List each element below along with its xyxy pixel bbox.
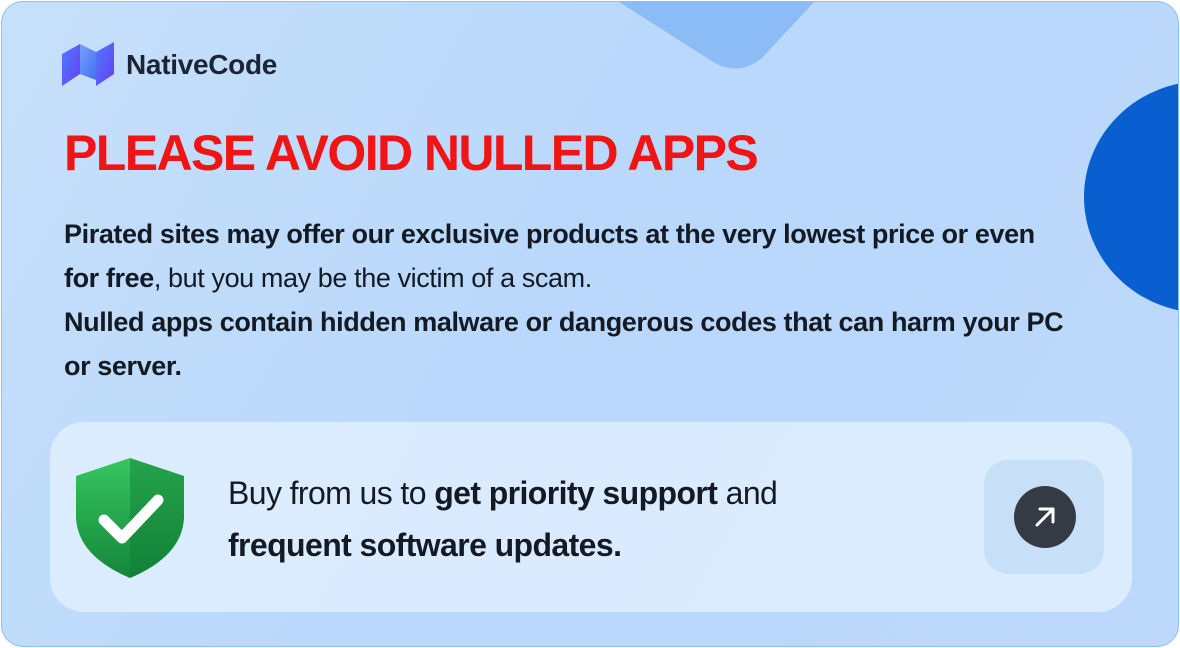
warning-description: Pirated sites may offer our exclusive pr…: [64, 212, 1064, 388]
callout-text: Buy from us to get priority support and …: [228, 467, 778, 571]
nativecode-logo-icon: [62, 42, 114, 86]
promo-card: NativeCode PLEASE AVOID NULLED APPS Pira…: [1, 1, 1179, 647]
description-regular-1: , but you may be the victim of a scam.: [153, 263, 592, 293]
description-bold-2: Nulled apps contain hidden malware or da…: [64, 307, 1064, 381]
callout-bold-2: frequent software updates.: [228, 527, 622, 563]
open-link-button[interactable]: [984, 460, 1104, 574]
top-decoration-shape: [619, 2, 815, 69]
brand-name: NativeCode: [126, 49, 278, 80]
arrow-up-right-icon: [1035, 507, 1055, 527]
callout-regular-1: Buy from us to: [228, 475, 435, 511]
right-decoration-circle: [1084, 81, 1178, 313]
callout-bold-1: get priority support: [434, 475, 718, 511]
page-headline: PLEASE AVOID NULLED APPS: [64, 125, 759, 181]
callout-regular-2: and: [717, 475, 778, 511]
arrow-button-circle: [1014, 486, 1076, 548]
shield-check-icon: [76, 458, 184, 578]
brand-logo[interactable]: NativeCode: [58, 40, 277, 90]
purchase-callout: Buy from us to get priority support and …: [50, 422, 1132, 612]
